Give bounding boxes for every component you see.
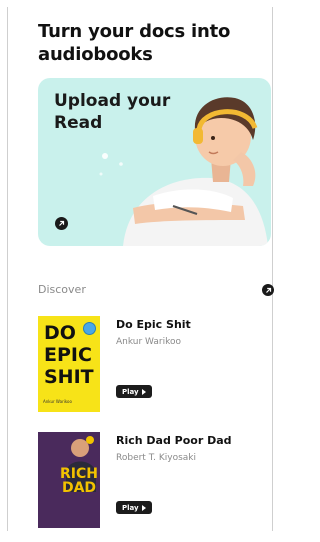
cover-author: Ankur Warikoo — [43, 399, 72, 404]
book-author: Ankur Warikoo — [116, 337, 182, 347]
book-cover[interactable]: RICH DAD — [38, 432, 100, 528]
book-item[interactable]: RICH DAD Rich Dad Poor Dad Robert T. Kiy… — [38, 432, 278, 528]
play-label: Play — [122, 387, 139, 396]
cover-title: RICH DAD — [60, 467, 98, 495]
play-icon — [141, 388, 146, 395]
cover-title-line: SHIT — [44, 366, 94, 388]
play-button[interactable]: Play — [116, 501, 152, 514]
person-reading-illustration — [99, 97, 268, 246]
cover-title-line: RICH — [60, 466, 98, 482]
play-button[interactable]: Play — [116, 385, 152, 398]
book-title[interactable]: Rich Dad Poor Dad — [116, 434, 232, 447]
play-icon — [141, 504, 146, 511]
book-title[interactable]: Do Epic Shit — [116, 318, 191, 331]
upload-banner[interactable]: Upload your Read — [38, 78, 271, 246]
discover-arrow-icon[interactable] — [262, 284, 274, 296]
book-author: Robert T. Kiyosaki — [116, 453, 196, 463]
book-cover[interactable]: DO EPIC SHIT Ankur Warikoo — [38, 316, 100, 412]
book-item[interactable]: DO EPIC SHIT Ankur Warikoo Do Epic Shit … — [38, 316, 278, 412]
page-title: Turn your docs into audiobooks — [38, 21, 231, 65]
arrow-circle-icon[interactable] — [55, 217, 68, 230]
cover-title-line: EPIC — [44, 344, 92, 366]
play-label: Play — [122, 503, 139, 512]
discover-heading: Discover — [38, 283, 86, 296]
cover-badge-icon — [83, 322, 96, 335]
cover-title-line: DO — [44, 322, 76, 344]
cover-title-line: DAD — [61, 480, 97, 496]
